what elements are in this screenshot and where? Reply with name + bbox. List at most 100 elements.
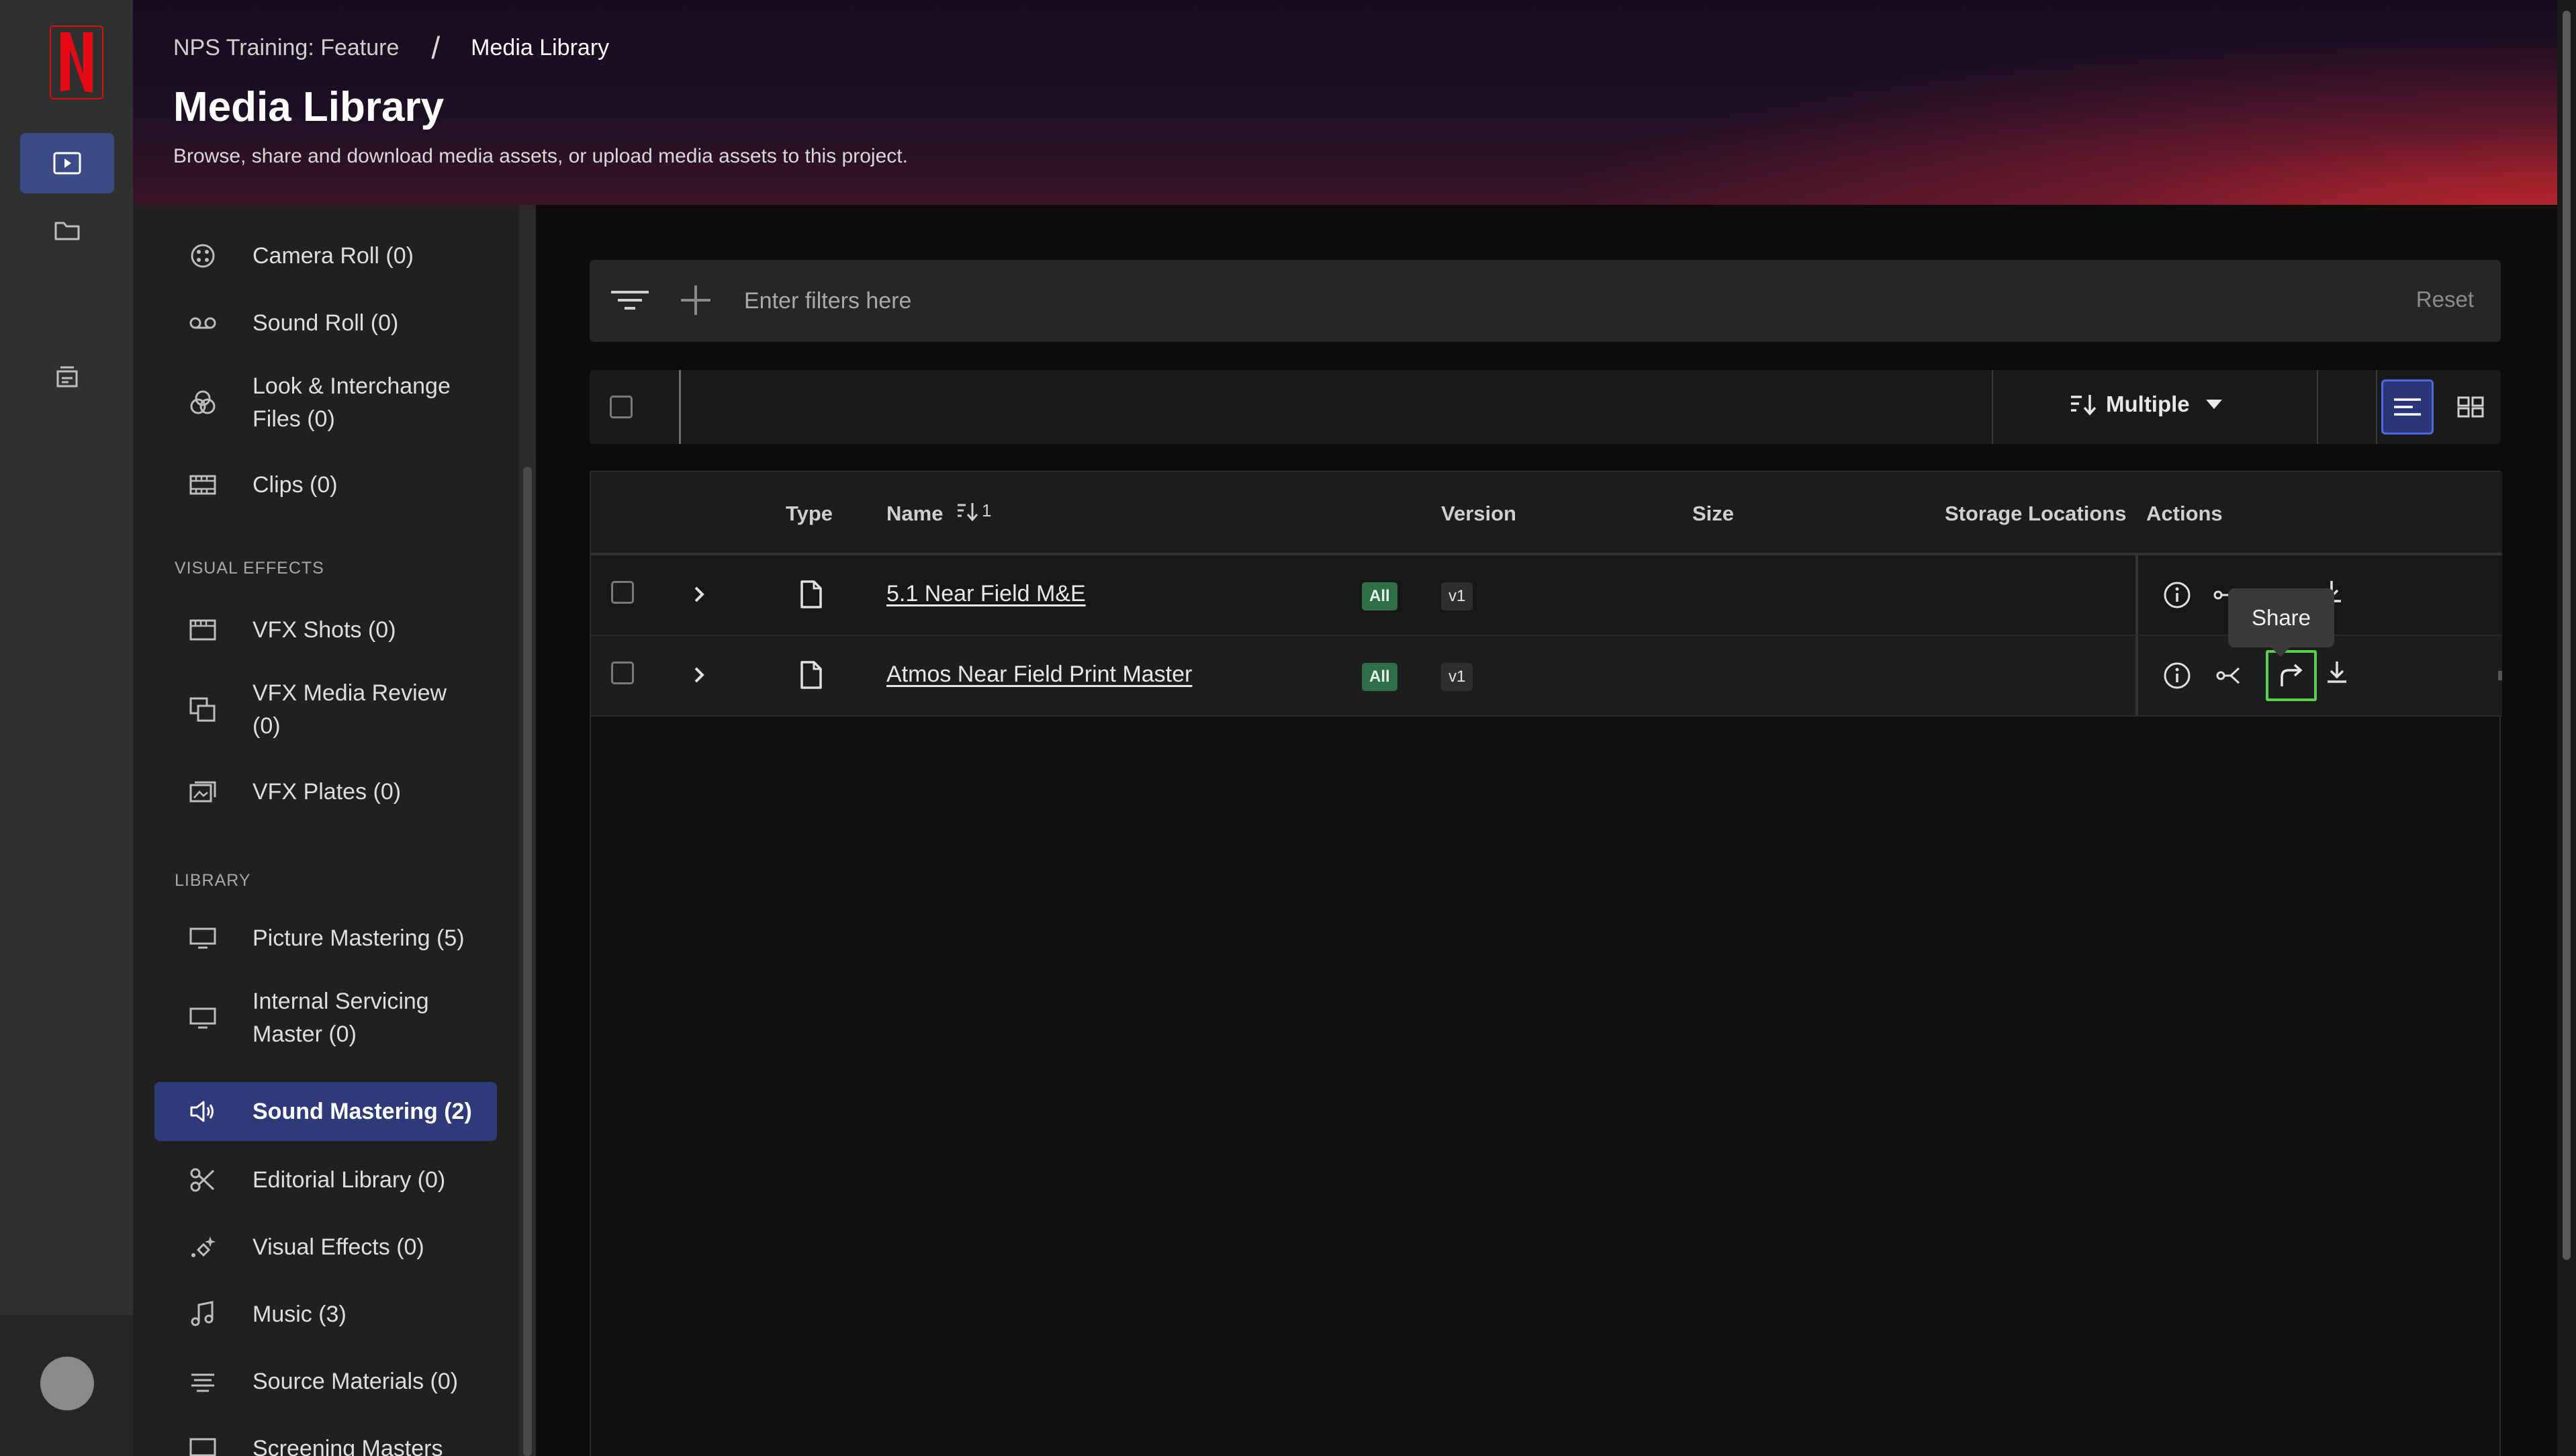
sidebar-item-label: VFX Media Review (0)	[252, 677, 447, 743]
sidebar-item-label-line2: Master (0)	[252, 1021, 357, 1047]
connect-button[interactable]	[2213, 658, 2248, 693]
section-label-visual-effects: VISUAL EFFECTS	[175, 559, 324, 578]
sidebar-item-label: VFX Plates (0)	[252, 778, 402, 805]
page-title: Media Library	[173, 84, 445, 130]
row-actions	[2135, 636, 2502, 715]
column-header-type[interactable]: Type	[786, 502, 833, 526]
sort-desc-icon	[956, 501, 980, 521]
play-square-icon	[52, 151, 82, 175]
user-avatar[interactable]	[40, 1357, 94, 1410]
sidebar-item-picture-mastering[interactable]: Picture Mastering (5)	[154, 914, 497, 962]
sidebar-item-internal-servicing-master[interactable]: Internal Servicing Master (0)	[154, 981, 497, 1055]
rail-media-library-button[interactable]	[20, 133, 114, 193]
sidebar-item-camera-roll[interactable]: Camera Roll (0)	[154, 232, 497, 280]
sidebar-item-sound-roll[interactable]: Sound Roll (0)	[154, 299, 497, 347]
reset-button[interactable]: Reset	[2416, 287, 2474, 312]
rail-requests-button[interactable]	[20, 347, 114, 407]
review-icon	[181, 696, 224, 723]
film-reel-icon	[181, 242, 224, 269]
sort-dropdown[interactable]: Multiple	[2070, 392, 2223, 417]
sidebar-item-label-line2: Files (0)	[252, 406, 335, 432]
select-all-checkbox[interactable]	[610, 396, 633, 418]
column-header-size[interactable]: Size	[1692, 502, 1734, 526]
sidebar-item-vfx-shots[interactable]: VFX Shots (0)	[154, 606, 497, 654]
inbox-stack-icon	[54, 363, 81, 390]
rail-files-button[interactable]	[20, 200, 114, 261]
access-tag: All	[1362, 663, 1397, 691]
sidebar-item-source-materials[interactable]: Source Materials (0)	[154, 1357, 497, 1406]
list-view-icon	[2393, 397, 2422, 417]
list-view-button[interactable]	[2381, 379, 2434, 435]
share-button[interactable]	[2266, 650, 2317, 701]
file-icon	[799, 660, 823, 690]
sidebar-item-vfx-plates[interactable]: VFX Plates (0)	[154, 768, 497, 816]
breadcrumb-project[interactable]: NPS Training: Feature	[173, 35, 399, 61]
asset-name-link[interactable]: 5.1 Near Field M&E	[886, 581, 1086, 607]
sidebar-item-label: Music (3)	[252, 1301, 347, 1327]
add-filter-icon[interactable]	[677, 281, 715, 319]
scissors-icon	[181, 1167, 224, 1193]
column-header-version[interactable]: Version	[1441, 502, 1516, 526]
sidebar-item-label: Look & Interchange Files (0)	[252, 370, 451, 436]
clapper-icon	[181, 619, 224, 641]
row-checkbox[interactable]	[611, 662, 634, 684]
table-header: Type Name 1 Version Size Storage Locatio…	[591, 472, 2502, 555]
main-content: Reset Multiple	[536, 205, 2557, 1456]
download-button[interactable]	[2319, 655, 2354, 690]
breadcrumb-separator: /	[431, 30, 441, 65]
sidebar-scrollbar[interactable]	[519, 205, 536, 1456]
monitor-icon	[181, 1007, 224, 1030]
table-row[interactable]: Atmos Near Field Print Master All v1	[591, 636, 2502, 717]
table-row[interactable]: 5.1 Near Field M&E All v1	[591, 555, 2502, 636]
sparkle-icon	[181, 1234, 224, 1261]
stack-icon	[181, 1369, 224, 1394]
section-label-library: LIBRARY	[175, 871, 251, 890]
sidebar-scrollbar-thumb[interactable]	[523, 467, 532, 1456]
share-tooltip: Share	[2228, 588, 2334, 657]
sidebar-item-label-line1: Internal Servicing	[252, 989, 429, 1014]
grid-view-icon	[2457, 396, 2484, 418]
toolbar-divider	[2317, 370, 2318, 444]
chevron-down-icon	[2205, 398, 2223, 410]
asset-name-link[interactable]: Atmos Near Field Print Master	[886, 662, 1192, 688]
sidebar-item-music[interactable]: Music (3)	[154, 1290, 497, 1338]
screen-icon	[181, 1437, 224, 1456]
filter-input[interactable]	[743, 285, 2290, 316]
folder-icon	[54, 219, 81, 242]
sidebar-item-label: Internal Servicing Master (0)	[252, 985, 429, 1051]
page-scrollbar[interactable]	[2557, 0, 2576, 1456]
row-overflow-indicator	[2498, 671, 2502, 680]
page-subtitle: Browse, share and download media assets,…	[173, 145, 908, 167]
sidebar-item-visual-effects[interactable]: Visual Effects (0)	[154, 1223, 497, 1271]
page-scrollbar-thumb[interactable]	[2563, 11, 2571, 1260]
info-icon	[2162, 580, 2192, 610]
info-button[interactable]	[2160, 578, 2195, 612]
name-sort-indicator[interactable]: 1	[956, 500, 991, 521]
sidebar-item-editorial-library[interactable]: Editorial Library (0)	[154, 1156, 497, 1204]
grid-view-button[interactable]	[2444, 379, 2497, 435]
column-header-storage-locations[interactable]: Storage Locations	[1945, 502, 2126, 526]
info-icon	[2162, 661, 2192, 690]
sort-rank: 1	[982, 500, 992, 520]
filter-bar: Reset	[590, 260, 2501, 342]
speaker-icon	[181, 1099, 224, 1124]
sidebar-item-screening-masters[interactable]: Screening Masters	[154, 1424, 497, 1456]
sidebar-item-sound-mastering[interactable]: Sound Mastering (2)	[154, 1082, 497, 1141]
share-icon	[2276, 662, 2306, 689]
sidebar-item-clips[interactable]: Clips (0)	[154, 461, 497, 509]
sidebar-item-label: Visual Effects (0)	[252, 1234, 424, 1260]
column-header-name[interactable]: Name	[886, 502, 943, 526]
view-mode-toggle	[2376, 370, 2501, 444]
chevron-right-icon[interactable]	[690, 582, 708, 606]
download-icon	[2324, 659, 2350, 686]
sidebar-item-label: Camera Roll (0)	[252, 242, 414, 269]
row-checkbox[interactable]	[611, 581, 634, 604]
sidebar-item-vfx-media-review[interactable]: VFX Media Review (0)	[154, 673, 497, 747]
sidebar-item-look-interchange[interactable]: Look & Interchange Files (0)	[154, 366, 497, 440]
sort-dropdown-label: Multiple	[2106, 392, 2190, 416]
filter-icon[interactable]	[610, 280, 650, 320]
chevron-right-icon[interactable]	[690, 663, 708, 687]
info-button[interactable]	[2160, 658, 2195, 693]
netflix-logo[interactable]	[50, 26, 103, 99]
connect-icon	[2216, 664, 2246, 687]
